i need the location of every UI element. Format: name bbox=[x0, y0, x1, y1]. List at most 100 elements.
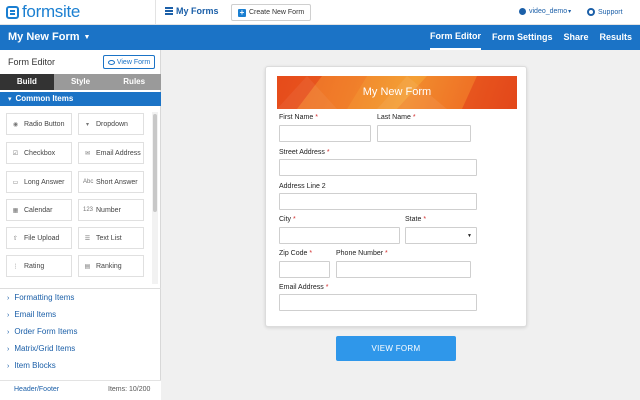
formsite-logo[interactable]: formsite bbox=[6, 2, 81, 21]
state-select[interactable]: ▼ bbox=[405, 227, 477, 244]
chevron-right-icon: › bbox=[7, 329, 10, 336]
plus-icon: + bbox=[238, 7, 246, 17]
item-radio-button[interactable]: ◉ Radio Button bbox=[6, 113, 72, 135]
label-text: State bbox=[405, 216, 422, 223]
tab-results[interactable]: Results bbox=[599, 25, 632, 50]
form-name: My New Form bbox=[8, 31, 80, 43]
item-text-list[interactable]: ☰ Text List bbox=[78, 227, 144, 249]
state-label: State * bbox=[405, 216, 426, 223]
divider bbox=[155, 0, 156, 25]
city-input[interactable] bbox=[279, 227, 400, 244]
section-order-form-items[interactable]: › Order Form Items bbox=[0, 323, 161, 340]
form-name-menu[interactable]: My New Form ▼ bbox=[8, 31, 90, 43]
checkbox-icon: ☑ bbox=[12, 150, 19, 157]
chevron-down-icon: ▾ bbox=[568, 9, 572, 15]
dropdown-icon: ▾ bbox=[85, 121, 89, 128]
required-mark: * bbox=[325, 284, 329, 291]
section-label: Email Items bbox=[14, 310, 57, 319]
tab-form-editor[interactable]: Form Editor bbox=[429, 25, 481, 50]
create-new-form-label: Create New Form bbox=[249, 9, 305, 16]
lifebuoy-icon bbox=[587, 8, 595, 16]
form-editor-panel: Form Editor View Form Build Style Rules … bbox=[0, 50, 162, 400]
email-address-label: Email Address * bbox=[279, 284, 328, 291]
item-calendar[interactable]: ▦ Calendar bbox=[6, 199, 72, 221]
caret-down-icon: ▼ bbox=[83, 34, 91, 41]
street-address-input[interactable] bbox=[279, 159, 477, 176]
item-number[interactable]: 123 Number bbox=[78, 199, 144, 221]
rating-icon: ⋮ bbox=[12, 263, 19, 270]
user-menu[interactable]: video_demo ▾ bbox=[519, 8, 571, 15]
zip-code-input[interactable] bbox=[279, 261, 330, 278]
section-item-blocks[interactable]: › Item Blocks bbox=[0, 357, 161, 374]
section-label: Order Form Items bbox=[14, 327, 78, 336]
item-long-answer[interactable]: ▭ Long Answer bbox=[6, 171, 72, 193]
panel-title: Form Editor bbox=[8, 57, 56, 67]
label-text: Phone Number bbox=[336, 250, 384, 257]
list-icon: ☰ bbox=[84, 235, 91, 242]
subtab-rules[interactable]: Rules bbox=[107, 74, 162, 90]
phone-number-label: Phone Number * bbox=[336, 250, 388, 257]
item-label: Ranking bbox=[96, 262, 122, 270]
last-name-input[interactable] bbox=[377, 125, 471, 142]
header-footer-link[interactable]: Header/Footer bbox=[14, 386, 59, 393]
tab-form-settings[interactable]: Form Settings bbox=[492, 25, 553, 50]
required-mark: * bbox=[326, 149, 330, 156]
item-label: Calendar bbox=[24, 206, 53, 214]
phone-number-input[interactable] bbox=[336, 261, 471, 278]
view-form-label: View Form bbox=[116, 58, 151, 66]
last-name-label: Last Name * bbox=[377, 114, 416, 121]
ranking-icon: ▤ bbox=[84, 263, 91, 270]
section-matrix-grid-items[interactable]: › Matrix/Grid Items bbox=[0, 340, 161, 357]
zip-code-label: Zip Code * bbox=[279, 250, 312, 257]
section-label: Item Blocks bbox=[14, 361, 56, 370]
common-items-header[interactable]: ▾ Common Items bbox=[0, 92, 161, 106]
label-text: Address Line 2 bbox=[279, 183, 326, 190]
number-icon: 123 bbox=[83, 207, 94, 213]
item-checkbox[interactable]: ☑ Checkbox bbox=[6, 142, 72, 164]
item-label: Short Answer bbox=[96, 178, 138, 186]
item-file-upload[interactable]: ⇧ File Upload bbox=[6, 227, 72, 249]
chevron-right-icon: › bbox=[7, 312, 10, 319]
required-mark: * bbox=[423, 216, 427, 223]
required-mark: * bbox=[309, 250, 313, 257]
item-dropdown[interactable]: ▾ Dropdown bbox=[78, 113, 144, 135]
email-address-input[interactable] bbox=[279, 294, 477, 311]
view-form-large-button[interactable]: VIEW FORM bbox=[336, 336, 456, 361]
label-text: City bbox=[279, 216, 292, 223]
item-short-answer[interactable]: Abc Short Answer bbox=[78, 171, 144, 193]
label-text: Zip Code bbox=[279, 250, 308, 257]
item-label: Rating bbox=[24, 262, 45, 270]
panel-footer: Header/Footer Items: 10/200 bbox=[0, 380, 161, 400]
editor-subtabs: Build Style Rules bbox=[0, 74, 162, 90]
form-banner[interactable]: My New Form bbox=[277, 76, 517, 109]
form-header-bar: My New Form ▼ Form Editor Form Settings S… bbox=[0, 25, 640, 50]
required-mark: * bbox=[385, 250, 388, 257]
caret-down-icon: ▼ bbox=[467, 233, 472, 239]
item-email-address[interactable]: ✉ Email Address bbox=[78, 142, 144, 164]
my-forms-link[interactable]: My Forms bbox=[165, 6, 219, 16]
address-line-2-input[interactable] bbox=[279, 193, 477, 210]
subtab-style[interactable]: Style bbox=[53, 74, 108, 90]
street-address-label: Street Address * bbox=[279, 149, 330, 156]
tab-share[interactable]: Share bbox=[563, 25, 588, 50]
view-form-button[interactable]: View Form bbox=[103, 55, 155, 69]
item-label: Checkbox bbox=[24, 149, 56, 157]
items-scrollbar-thumb[interactable] bbox=[153, 114, 157, 212]
item-label: Radio Button bbox=[24, 120, 65, 128]
support-link[interactable]: Support bbox=[587, 8, 623, 16]
item-label: Email Address bbox=[96, 149, 141, 157]
chevron-right-icon: › bbox=[7, 295, 10, 302]
envelope-icon: ✉ bbox=[84, 150, 91, 157]
subtab-build[interactable]: Build bbox=[0, 74, 54, 90]
item-ranking[interactable]: ▤ Ranking bbox=[78, 255, 144, 277]
create-new-form-button[interactable]: + Create New Form bbox=[231, 4, 312, 21]
first-name-input[interactable] bbox=[279, 125, 371, 142]
upload-icon: ⇧ bbox=[12, 235, 19, 242]
item-rating[interactable]: ⋮ Rating bbox=[6, 255, 72, 277]
chevron-right-icon: › bbox=[7, 346, 10, 353]
city-label: City * bbox=[279, 216, 296, 223]
section-formatting-items[interactable]: › Formatting Items bbox=[0, 289, 161, 306]
section-email-items[interactable]: › Email Items bbox=[0, 306, 161, 323]
item-sections: › Formatting Items › Email Items › Order Fo… bbox=[0, 288, 161, 374]
logo-text: formsite bbox=[22, 2, 81, 21]
